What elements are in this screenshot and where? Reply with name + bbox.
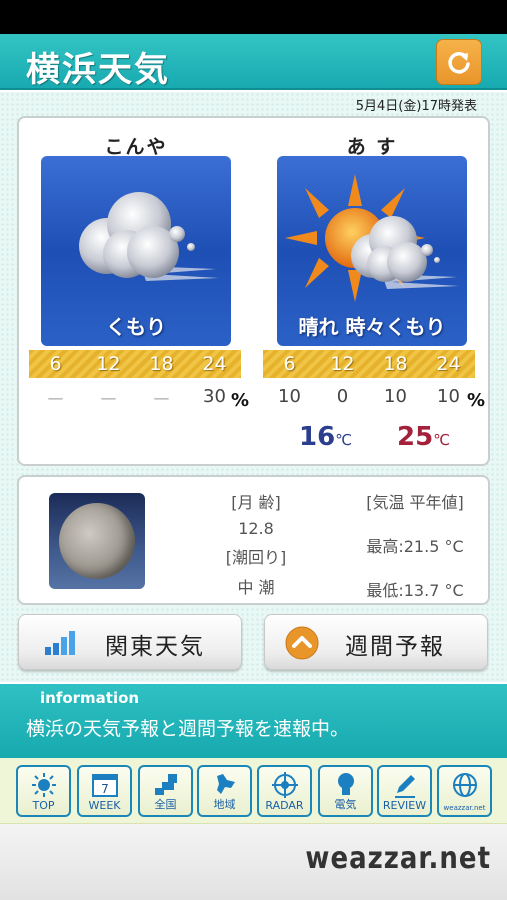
tab-label: 全国 bbox=[154, 798, 177, 811]
japan-map-icon bbox=[154, 774, 177, 795]
hour-label: 12 bbox=[96, 353, 121, 375]
normal-high: 最高:21.5 °C bbox=[366, 537, 464, 556]
weekly-forecast-button[interactable]: 週間予報 bbox=[264, 614, 488, 670]
refresh-button[interactable] bbox=[436, 39, 482, 85]
tide-value: 中 潮 bbox=[237, 578, 275, 597]
pop-unit: % bbox=[231, 390, 250, 411]
pencil-icon bbox=[394, 775, 415, 798]
pop-value: ー bbox=[152, 390, 171, 411]
pop-value: 0 bbox=[336, 386, 349, 407]
tab-label: 電気 bbox=[334, 798, 357, 811]
information-bar: information 横浜の天気予報と週間予報を速報中。 bbox=[0, 684, 507, 758]
information-heading: information bbox=[40, 689, 140, 707]
normal-low: 最低:13.7 °C bbox=[366, 581, 464, 600]
tab-weazzar[interactable]: weazzar.net bbox=[437, 765, 492, 817]
moon-image bbox=[49, 493, 145, 589]
kanto-weather-label: 関東天気 bbox=[105, 634, 205, 660]
hokkaido-map-icon bbox=[216, 774, 235, 794]
tab-label: RADAR bbox=[265, 799, 304, 812]
pop-value: 10 bbox=[384, 386, 407, 407]
globe-icon bbox=[452, 773, 477, 797]
refresh-icon bbox=[448, 52, 470, 74]
tonight-hours-bar: 6 12 18 24 bbox=[29, 350, 241, 378]
hour-label: 12 bbox=[330, 353, 355, 375]
tonight-weather-image: くもり bbox=[41, 156, 231, 346]
calendar-icon: 7 bbox=[91, 774, 118, 797]
tab-label: WEEK bbox=[88, 799, 121, 812]
tide-label: [潮回り] bbox=[225, 548, 287, 567]
hour-label: 24 bbox=[436, 353, 461, 375]
tomorrow-weather-image: 晴れ 時々くもり bbox=[277, 156, 467, 346]
pop-value: 10 bbox=[278, 386, 301, 407]
pop-value: ー bbox=[46, 390, 65, 411]
tab-electricity[interactable]: 電気 bbox=[318, 765, 373, 817]
app-title: 横浜天気 bbox=[26, 50, 170, 90]
hour-label: 24 bbox=[202, 353, 227, 375]
tonight-pop-row: ー ー ー 30 bbox=[29, 386, 241, 412]
tomorrow-title: あ す bbox=[346, 136, 398, 158]
hour-label: 18 bbox=[383, 353, 408, 375]
tomorrow-hours-bar: 6 12 18 24 bbox=[263, 350, 475, 378]
max-temp: 25℃ bbox=[397, 422, 451, 452]
pop-unit: % bbox=[467, 390, 486, 411]
tab-label: weazzar.net bbox=[443, 804, 486, 812]
tab-top[interactable]: TOP bbox=[16, 765, 71, 817]
normal-temp-column: [気温 平年値] 最高:21.5 °C 最低:13.7 °C bbox=[345, 489, 485, 601]
weekly-forecast-label: 週間予報 bbox=[345, 634, 445, 660]
tab-label: 地域 bbox=[213, 798, 236, 811]
information-message[interactable]: 横浜の天気予報と週間予報を速報中。 bbox=[26, 714, 349, 741]
lightbulb-icon bbox=[337, 773, 354, 795]
tonight-title: こんや bbox=[104, 136, 168, 158]
min-temp: 16℃ bbox=[299, 422, 353, 452]
kanto-weather-button[interactable]: 関東天気 bbox=[18, 614, 242, 670]
brand-logo[interactable]: weazzar.net bbox=[305, 842, 491, 877]
tab-national[interactable]: 全国 bbox=[138, 765, 193, 817]
status-bar bbox=[0, 0, 507, 34]
tomorrow-weather-label: 晴れ 時々くもり bbox=[298, 315, 446, 339]
sun-icon bbox=[31, 773, 56, 797]
chevron-up-icon bbox=[285, 626, 319, 660]
app-header: 横浜天気 bbox=[0, 34, 507, 90]
issued-time: 5月4日(金)17時発表 bbox=[355, 99, 477, 114]
pop-value: ー bbox=[99, 390, 118, 411]
tab-review[interactable]: REVIEW bbox=[377, 765, 432, 817]
moon-tide-column: [月 齢] 12.8 [潮回り] 中 潮 bbox=[201, 489, 311, 598]
hour-label: 6 bbox=[283, 353, 296, 375]
tab-week[interactable]: 7 WEEK bbox=[77, 765, 132, 817]
almanac-card: [月 齢] 12.8 [潮回り] 中 潮 [気温 平年値] 最高:21.5 °C… bbox=[17, 475, 490, 605]
tab-label: REVIEW bbox=[382, 799, 427, 812]
moon-age-label: [月 齢] bbox=[231, 493, 281, 512]
tab-region[interactable]: 地域 bbox=[197, 765, 252, 817]
tomorrow-pop-row: 10 0 10 10 bbox=[263, 386, 475, 407]
normal-temp-label: [気温 平年値] bbox=[366, 493, 464, 512]
forecast-card: こんや くもり 6 12 18 24 ー ー ー 30 % あ す 晴れ 時々く… bbox=[17, 116, 490, 466]
radar-icon bbox=[271, 772, 298, 798]
tab-bar: TOP 7 WEEK 全国 地域 RADAR 電気 REVIEW weazzar… bbox=[0, 758, 507, 824]
tonight-weather-label: くもり bbox=[106, 315, 166, 339]
bar-graph-icon bbox=[45, 631, 75, 655]
moon-icon bbox=[59, 503, 135, 579]
hour-label: 6 bbox=[49, 353, 62, 375]
hour-label: 18 bbox=[149, 353, 174, 375]
tab-radar[interactable]: RADAR bbox=[257, 765, 312, 817]
footer-banner: weazzar.net bbox=[0, 824, 507, 900]
moon-age-value: 12.8 bbox=[238, 519, 274, 538]
svg-text:7: 7 bbox=[101, 782, 109, 796]
tab-label: TOP bbox=[32, 799, 55, 812]
